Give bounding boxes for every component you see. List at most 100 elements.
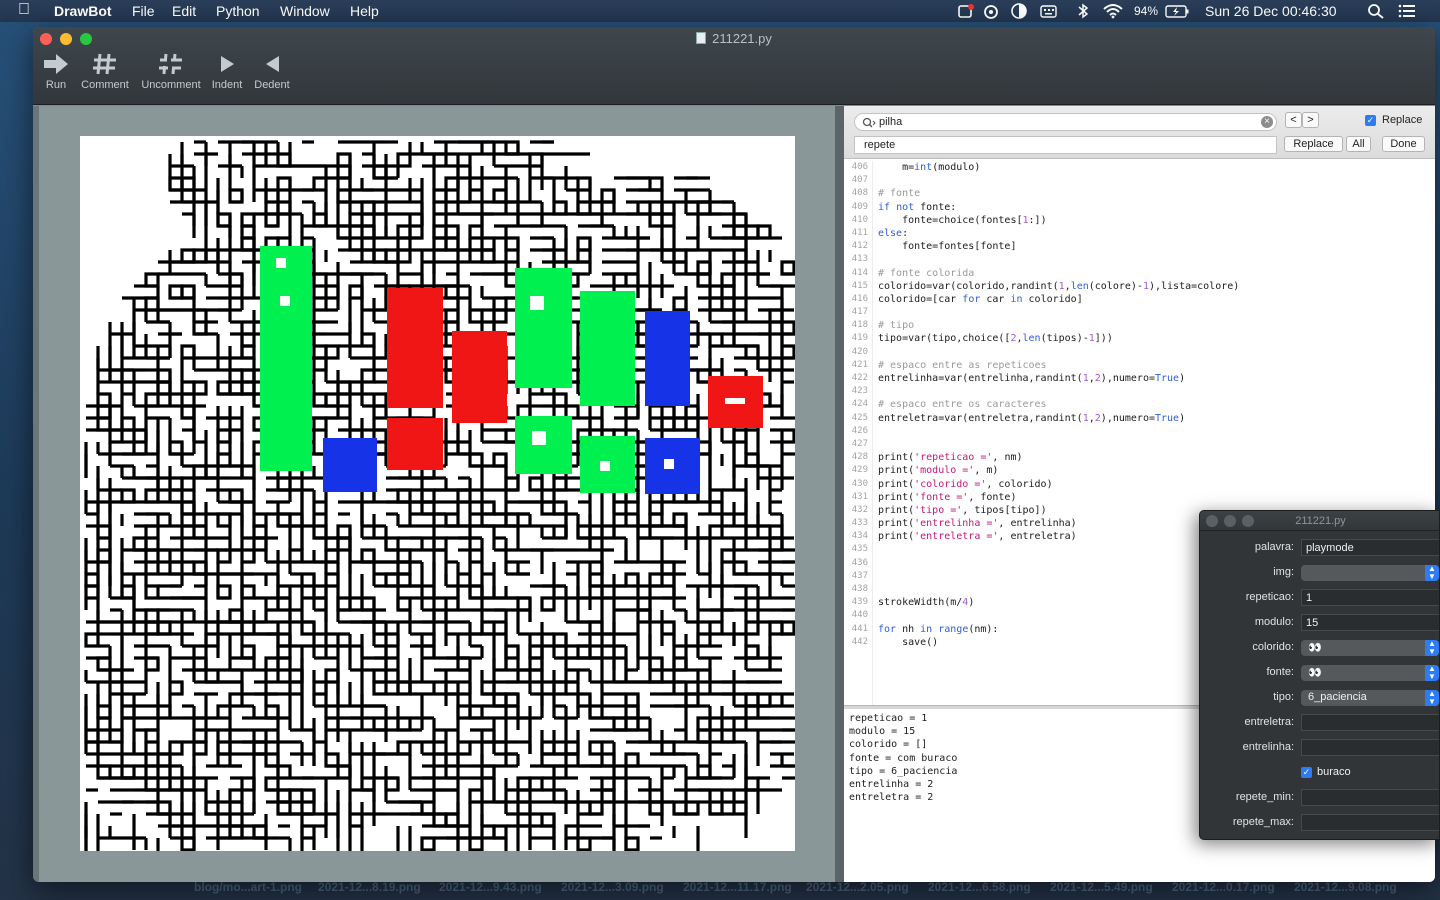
maze-stroke bbox=[756, 692, 772, 708]
code-line[interactable]: 428 print('repeticao =', nm) bbox=[844, 451, 1435, 464]
code-line[interactable]: 423 bbox=[844, 385, 1435, 398]
dedent-button[interactable]: Dedent bbox=[251, 53, 293, 91]
find-next-button[interactable]: > bbox=[1302, 112, 1319, 128]
code-line[interactable]: 418 # tipo bbox=[844, 319, 1435, 332]
desktop-file-label[interactable]: 2021-12...6.58.png bbox=[928, 880, 1031, 894]
battery-icon[interactable] bbox=[1165, 3, 1191, 19]
menu-window[interactable]: Window bbox=[280, 3, 330, 19]
code-line[interactable]: 414 # fonte colorida bbox=[844, 267, 1435, 280]
desktop-file-label[interactable]: 2021-12...0.17.png bbox=[1172, 880, 1275, 894]
panel-close-button[interactable] bbox=[1206, 515, 1218, 527]
maze-stroke bbox=[192, 728, 208, 744]
desktop-file-label[interactable]: 2021-12...9.08.png bbox=[1294, 880, 1397, 894]
var-repeticao-input[interactable]: 1 bbox=[1301, 589, 1439, 606]
code-line[interactable]: 415 colorido=var(colorido,randint(1,len(c… bbox=[844, 280, 1435, 293]
code-line[interactable]: 409 if not fonte: bbox=[844, 201, 1435, 214]
menu-edit[interactable]: Edit bbox=[172, 3, 196, 19]
var-colorido-select[interactable]: 👀 ▲ ▼ bbox=[1301, 640, 1439, 656]
find-input[interactable]: pilha × bbox=[854, 113, 1277, 131]
keyboard-icon[interactable] bbox=[1040, 3, 1058, 19]
desktop-file-label[interactable]: 2021-12...5.49.png bbox=[1050, 880, 1153, 894]
panel-minimize-button[interactable] bbox=[1224, 515, 1236, 527]
done-button[interactable]: Done bbox=[1382, 136, 1425, 152]
var-modulo-input[interactable]: 15 bbox=[1301, 614, 1439, 631]
drawing-canvas[interactable] bbox=[80, 136, 818, 874]
var-entreletra-input[interactable] bbox=[1301, 714, 1439, 731]
desktop-file-label[interactable]: 2021-12...11.17.png bbox=[683, 880, 792, 894]
code-line[interactable]: 417 bbox=[844, 306, 1435, 319]
find-previous-button[interactable]: < bbox=[1285, 112, 1302, 128]
menu-app-name[interactable]: DrawBot bbox=[54, 3, 112, 19]
indent-button[interactable]: Indent bbox=[209, 53, 245, 91]
code-line[interactable]: 406 m=int(modulo) bbox=[844, 161, 1435, 174]
code-line[interactable]: 430 print('colorido =', colorido) bbox=[844, 478, 1435, 491]
maze-stroke bbox=[192, 320, 208, 336]
desktop-file-label[interactable]: 2021-12...9.43.png bbox=[439, 880, 542, 894]
code-line[interactable]: 419 tipo=var(tipo,choice([2,len(tipos)-1]… bbox=[844, 332, 1435, 345]
comment-button[interactable]: Comment bbox=[78, 53, 132, 91]
var-fonte-select[interactable]: 👀 ▲ ▼ bbox=[1301, 665, 1439, 681]
wifi-icon[interactable] bbox=[1102, 3, 1124, 19]
run-button[interactable]: Run bbox=[42, 53, 70, 91]
code-line[interactable]: 411 else: bbox=[844, 227, 1435, 240]
code-line[interactable]: 426 bbox=[844, 425, 1435, 438]
code-line[interactable]: 407 bbox=[844, 174, 1435, 187]
bluetooth-icon[interactable] bbox=[1074, 3, 1092, 19]
line-number: 442 bbox=[851, 636, 868, 647]
var-repete-min-input[interactable] bbox=[1301, 789, 1439, 806]
apple-menu-icon[interactable]:  bbox=[18, 1, 30, 19]
replace-input[interactable]: repete bbox=[854, 136, 1277, 154]
replace-checkbox[interactable]: ✓ bbox=[1365, 115, 1376, 126]
code-line[interactable]: 425 entreletra=var(entreletra,randint(1,2… bbox=[844, 412, 1435, 425]
dark-mode-icon[interactable] bbox=[1010, 3, 1028, 19]
maze-stroke bbox=[528, 476, 544, 492]
code-line[interactable]: 424 # espaco entre os caracteres bbox=[844, 398, 1435, 411]
maze-stroke bbox=[444, 176, 460, 192]
replace-all-button[interactable]: All bbox=[1346, 136, 1371, 152]
var-img-select[interactable]: ▲ ▼ bbox=[1301, 565, 1439, 581]
maze-stroke bbox=[468, 308, 484, 324]
code-line[interactable]: 421 # espaco entre as repeticoes bbox=[844, 359, 1435, 372]
var-palavra-input[interactable]: playmode bbox=[1301, 539, 1439, 556]
desktop-file-label[interactable]: blog/mo...art-1.png bbox=[194, 880, 302, 894]
line-number: 423 bbox=[851, 386, 868, 397]
creative-cloud-icon[interactable] bbox=[982, 3, 1000, 19]
code-line[interactable]: 412 fonte=fontes[fonte] bbox=[844, 240, 1435, 253]
var-tipo-select[interactable]: 6_paciencia ▲ ▼ bbox=[1301, 690, 1439, 706]
replace-button[interactable]: Replace bbox=[1284, 136, 1343, 152]
panel-zoom-button[interactable] bbox=[1242, 515, 1254, 527]
code-line[interactable]: 416 colorido=[car for car in colorido] bbox=[844, 293, 1435, 306]
maze-stroke bbox=[396, 716, 412, 732]
code-line[interactable]: 420 bbox=[844, 346, 1435, 359]
preview-pane[interactable] bbox=[39, 106, 835, 882]
code-line[interactable]: 422 entrelinha=var(entrelinha,randint(1,2… bbox=[844, 372, 1435, 385]
clock[interactable]: Sun 26 Dec 00:46:30 bbox=[1205, 3, 1337, 19]
maze-stroke bbox=[708, 524, 724, 540]
pane-divider[interactable] bbox=[835, 106, 844, 882]
var-entrelinha-input[interactable] bbox=[1301, 739, 1439, 756]
maze-stroke bbox=[216, 584, 232, 600]
code-line[interactable]: 431 print('fonte =', fonte) bbox=[844, 491, 1435, 504]
line-number: 433 bbox=[851, 518, 868, 529]
extension-icon[interactable] bbox=[957, 3, 975, 19]
spotlight-icon[interactable] bbox=[1367, 3, 1385, 19]
code-line[interactable]: 413 bbox=[844, 253, 1435, 266]
maze-stroke bbox=[732, 296, 748, 312]
desktop-file-label[interactable]: 2021-12...2.05.png bbox=[806, 880, 909, 894]
menu-file[interactable]: File bbox=[132, 3, 155, 19]
uncomment-button[interactable]: Uncomment bbox=[137, 53, 205, 91]
desktop-file-label[interactable]: 2021-12...3.09.png bbox=[561, 880, 664, 894]
notification-center-icon[interactable] bbox=[1398, 3, 1416, 19]
menu-python[interactable]: Python bbox=[216, 3, 260, 19]
code-line[interactable]: 410 fonte=choice(fontes[1:]) bbox=[844, 214, 1435, 227]
menu-help[interactable]: Help bbox=[350, 3, 379, 19]
var-repete-max-input[interactable] bbox=[1301, 814, 1439, 831]
clear-search-icon[interactable]: × bbox=[1261, 116, 1273, 128]
desktop-file-label[interactable]: 2021-12...8.19.png bbox=[318, 880, 421, 894]
code-line[interactable]: 427 bbox=[844, 438, 1435, 451]
var-buraco-checkbox[interactable]: ✓ bbox=[1301, 767, 1312, 778]
window-title: 211221.py bbox=[33, 31, 1435, 46]
code-line[interactable]: 408 # fonte bbox=[844, 187, 1435, 200]
maze-stroke bbox=[168, 776, 184, 792]
code-line[interactable]: 429 print('modulo =', m) bbox=[844, 464, 1435, 477]
